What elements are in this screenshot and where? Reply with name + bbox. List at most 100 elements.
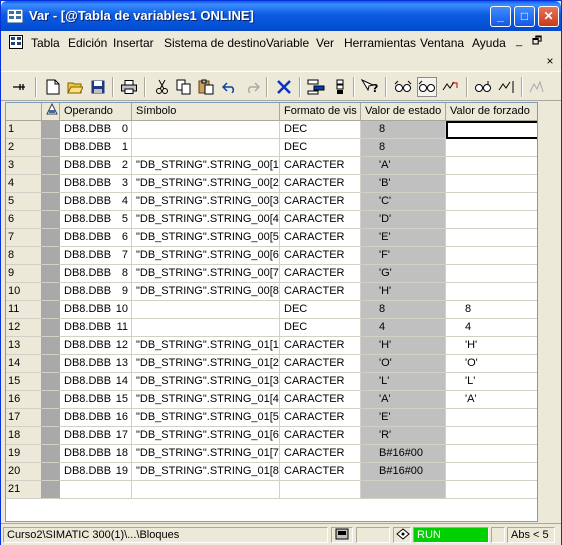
document-icon[interactable] (9, 35, 23, 49)
format-cell[interactable]: CARACTER (280, 355, 361, 373)
symbol-cell[interactable] (132, 319, 280, 337)
row-number[interactable]: 15 (6, 373, 42, 391)
force-value-cell[interactable] (446, 247, 537, 265)
symbol-cell[interactable]: "DB_STRING".STRING_01[5] (132, 409, 280, 427)
force-value-cell[interactable] (446, 481, 537, 499)
symbol-cell[interactable]: "DB_STRING".STRING_00[3] (132, 193, 280, 211)
glasses-icon[interactable] (393, 77, 413, 97)
table-row[interactable]: 13 DB8.DBB 12 "DB_STRING".STRING_01[1] CARAC… (6, 337, 537, 355)
force-value-cell[interactable] (446, 229, 537, 247)
force-value-cell[interactable] (446, 427, 537, 445)
help-icon[interactable]: ? (360, 77, 380, 97)
menu-insertar[interactable]: Insertar (113, 36, 154, 50)
symbol-cell[interactable]: "DB_STRING".STRING_00[8] (132, 283, 280, 301)
force-value-cell[interactable] (446, 409, 537, 427)
format-cell[interactable]: DEC (280, 319, 361, 337)
new-icon[interactable] (43, 77, 63, 97)
menu-herramientas[interactable]: Herramientas (344, 36, 416, 50)
open-icon[interactable] (65, 77, 85, 97)
table-row[interactable]: 21 (6, 481, 537, 499)
row-number[interactable]: 12 (6, 319, 42, 337)
row-number[interactable]: 10 (6, 283, 42, 301)
paste-icon[interactable] (196, 77, 216, 97)
format-cell[interactable]: CARACTER (280, 157, 361, 175)
row-number[interactable]: 13 (6, 337, 42, 355)
menu-variable[interactable]: Variable (266, 36, 309, 50)
operand-cell[interactable]: DB8.DBB 19 (60, 463, 132, 481)
force-value-cell[interactable]: 'O' (446, 355, 537, 373)
format-cell[interactable]: CARACTER (280, 445, 361, 463)
symbol-cell[interactable]: "DB_STRING".STRING_01[8] (132, 463, 280, 481)
undo-icon[interactable] (220, 77, 240, 97)
glasses-once-icon[interactable] (417, 77, 437, 97)
operand-cell[interactable]: DB8.DBB 10 (60, 301, 132, 319)
table-row[interactable]: 3 DB8.DBB 2 "DB_STRING".STRING_00[1] CARACTE… (6, 157, 537, 175)
row-number[interactable]: 18 (6, 427, 42, 445)
delete-icon[interactable] (274, 77, 294, 97)
force-value-cell[interactable]: 4 (446, 319, 537, 337)
symbol-cell[interactable]: "DB_STRING".STRING_01[6] (132, 427, 280, 445)
row-number[interactable]: 14 (6, 355, 42, 373)
header-status-value[interactable]: Valor de estado (361, 103, 446, 121)
operand-cell[interactable]: DB8.DBB 7 (60, 247, 132, 265)
symbol-cell[interactable] (132, 121, 280, 139)
symbol-cell[interactable]: "DB_STRING".STRING_01[1] (132, 337, 280, 355)
header-format[interactable]: Formato de vis (280, 103, 361, 121)
print-icon[interactable] (119, 77, 139, 97)
format-cell[interactable]: CARACTER (280, 337, 361, 355)
operand-cell[interactable]: DB8.DBB 17 (60, 427, 132, 445)
table-row[interactable]: 10 DB8.DBB 9 "DB_STRING".STRING_00[8] CARACT… (6, 283, 537, 301)
table-row[interactable]: 15 DB8.DBB 14 "DB_STRING".STRING_01[3] CARAC… (6, 373, 537, 391)
format-cell[interactable]: CARACTER (280, 427, 361, 445)
menu-tabla[interactable]: Tabla (31, 36, 60, 50)
title-bar[interactable]: Var - [@Tabla de variables1 ONLINE] _ □ … (1, 1, 561, 31)
maximize-button[interactable]: □ (514, 6, 535, 27)
operand-cell[interactable]: DB8.DBB 11 (60, 319, 132, 337)
symbol-cell[interactable]: "DB_STRING".STRING_00[4] (132, 211, 280, 229)
table-row[interactable]: 19 DB8.DBB 18 "DB_STRING".STRING_01[7] CARAC… (6, 445, 537, 463)
vertical-scrollbar[interactable] (538, 102, 555, 522)
force-value-cell[interactable]: 8 (446, 301, 537, 319)
symbol-cell[interactable] (132, 481, 280, 499)
table-row[interactable]: 14 DB8.DBB 13 "DB_STRING".STRING_01[2] CARAC… (6, 355, 537, 373)
force-icon[interactable] (528, 77, 548, 97)
operand-cell[interactable]: DB8.DBB 5 (60, 211, 132, 229)
save-icon[interactable] (88, 77, 108, 97)
cut-icon[interactable] (152, 77, 172, 97)
force-value-cell[interactable]: 'L' (446, 373, 537, 391)
operand-cell[interactable]: DB8.DBB 12 (60, 337, 132, 355)
format-cell[interactable]: DEC (280, 121, 361, 139)
table-row[interactable]: 7 DB8.DBB 6 "DB_STRING".STRING_00[5] CARACTE… (6, 229, 537, 247)
menu-ventana[interactable]: Ventana (420, 36, 464, 50)
table-row[interactable]: 9 DB8.DBB 8 "DB_STRING".STRING_00[7] CARACTE… (6, 265, 537, 283)
symbol-cell[interactable]: "DB_STRING".STRING_01[4] (132, 391, 280, 409)
operand-cell[interactable]: DB8.DBB 15 (60, 391, 132, 409)
symbol-cell[interactable]: "DB_STRING".STRING_00[6] (132, 247, 280, 265)
operand-cell[interactable]: DB8.DBB 0 (60, 121, 132, 139)
force-value-cell[interactable] (446, 463, 537, 481)
symbol-cell[interactable]: "DB_STRING".STRING_01[2] (132, 355, 280, 373)
format-cell[interactable]: CARACTER (280, 373, 361, 391)
status-icon[interactable] (330, 77, 350, 97)
symbol-cell[interactable]: "DB_STRING".STRING_00[2] (132, 175, 280, 193)
operand-cell[interactable]: DB8.DBB 2 (60, 157, 132, 175)
row-number[interactable]: 7 (6, 229, 42, 247)
menu-ver[interactable]: Ver (316, 36, 334, 50)
format-cell[interactable]: CARACTER (280, 193, 361, 211)
force-value-cell[interactable] (446, 283, 537, 301)
row-number[interactable]: 20 (6, 463, 42, 481)
mdi-close-button[interactable]: × (542, 54, 558, 68)
row-number[interactable]: 6 (6, 211, 42, 229)
modify-trigger-icon[interactable] (497, 77, 517, 97)
header-corner[interactable] (6, 103, 42, 121)
minimize-button[interactable]: _ (490, 6, 511, 27)
table-row[interactable]: 6 DB8.DBB 5 "DB_STRING".STRING_00[4] CARACTE… (6, 211, 537, 229)
row-number[interactable]: 5 (6, 193, 42, 211)
format-cell[interactable]: CARACTER (280, 211, 361, 229)
row-number[interactable]: 16 (6, 391, 42, 409)
row-number[interactable]: 1 (6, 121, 42, 139)
operand-cell[interactable]: DB8.DBB 16 (60, 409, 132, 427)
operand-cell[interactable] (60, 481, 132, 499)
header-symbol[interactable]: Símbolo (132, 103, 280, 121)
redo-icon[interactable] (242, 77, 262, 97)
